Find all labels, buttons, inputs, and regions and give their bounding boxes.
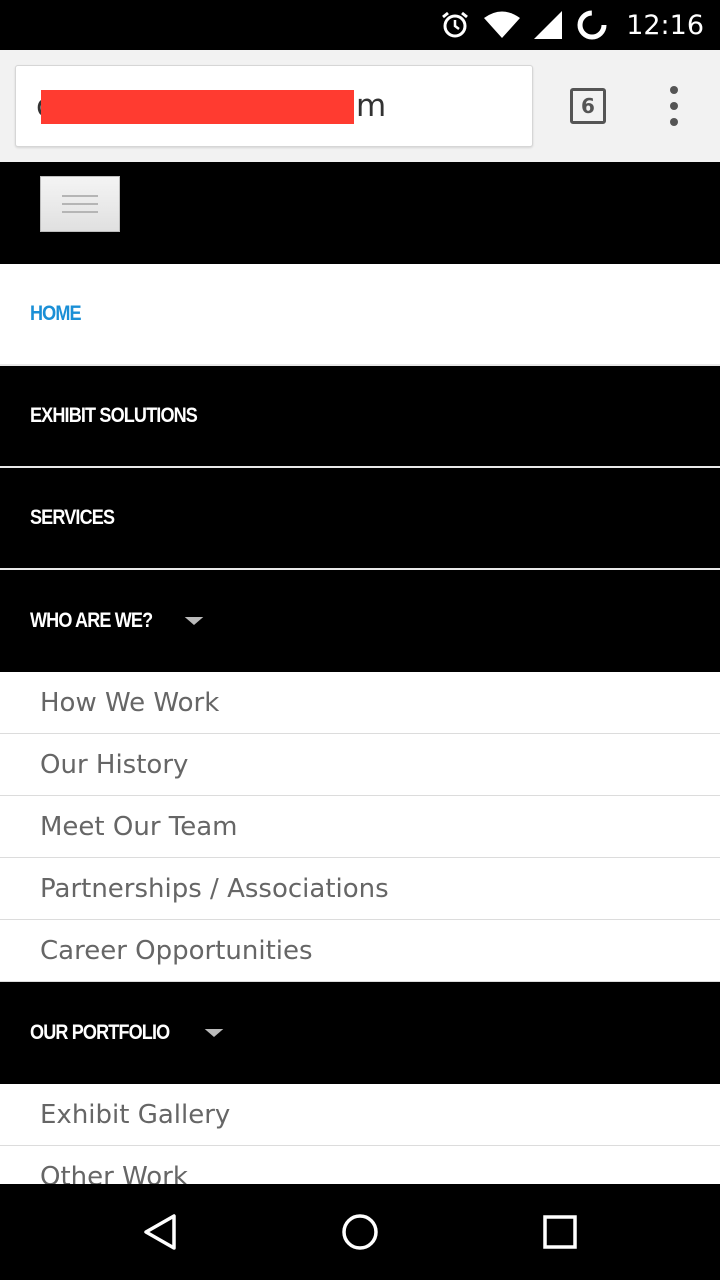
submenu-item-label: Meet Our Team <box>40 811 238 842</box>
back-icon[interactable] <box>140 1212 180 1252</box>
url-redaction <box>41 90 354 124</box>
status-icons: 12:16 <box>440 0 704 50</box>
wifi-icon <box>484 11 521 38</box>
submenu-item-career-opportunities[interactable]: Career Opportunities <box>0 920 720 982</box>
tab-switcher-icon[interactable]: 6 <box>570 88 606 124</box>
url-text-suffix: m <box>356 88 387 124</box>
tab-count: 6 <box>581 94 595 118</box>
nav-item-our-portfolio[interactable]: OUR PORTFOLIO <box>0 982 720 1084</box>
site-header <box>0 162 720 264</box>
caret-down-icon <box>184 617 204 625</box>
site-nav-menu: HOME EXHIBIT SOLUTIONS SERVICES WHO ARE … <box>0 264 720 1208</box>
nav-item-label: HOME <box>30 302 82 325</box>
overflow-menu-icon[interactable] <box>660 86 688 126</box>
home-icon[interactable] <box>340 1212 380 1252</box>
submenu-item-how-we-work[interactable]: How We Work <box>0 672 720 734</box>
battery-loading-icon <box>577 10 607 40</box>
nav-item-home[interactable]: HOME <box>0 264 720 366</box>
status-bar: 12:16 <box>0 0 720 50</box>
submenu-item-label: Partnerships / Associations <box>40 873 389 904</box>
nav-item-who-are-we[interactable]: WHO ARE WE? <box>0 570 720 672</box>
submenu-item-label: How We Work <box>40 687 220 718</box>
url-bar[interactable]: c m <box>15 65 533 147</box>
caret-down-icon <box>204 1029 224 1037</box>
status-time: 12:16 <box>626 9 704 41</box>
recents-icon[interactable] <box>540 1212 580 1252</box>
nav-item-label: EXHIBIT SOLUTIONS <box>30 404 198 427</box>
nav-item-label: SERVICES <box>30 506 115 529</box>
nav-item-label: OUR PORTFOLIO <box>30 1021 170 1044</box>
hamburger-icon[interactable] <box>40 176 120 232</box>
submenu-item-partnerships[interactable]: Partnerships / Associations <box>0 858 720 920</box>
submenu-item-our-history[interactable]: Our History <box>0 734 720 796</box>
browser-toolbar: c m 6 <box>0 50 720 162</box>
android-nav-bar <box>0 1184 720 1280</box>
submenu-item-label: Career Opportunities <box>40 935 313 966</box>
submenu-item-label: Exhibit Gallery <box>40 1099 231 1130</box>
nav-item-exhibit-solutions[interactable]: EXHIBIT SOLUTIONS <box>0 366 720 468</box>
alarm-icon <box>442 11 469 38</box>
nav-item-services[interactable]: SERVICES <box>0 468 720 570</box>
submenu-item-meet-our-team[interactable]: Meet Our Team <box>0 796 720 858</box>
cell-signal-icon <box>534 11 563 39</box>
nav-item-label: WHO ARE WE? <box>30 609 153 632</box>
submenu-item-exhibit-gallery[interactable]: Exhibit Gallery <box>0 1084 720 1146</box>
submenu-item-label: Our History <box>40 749 189 780</box>
